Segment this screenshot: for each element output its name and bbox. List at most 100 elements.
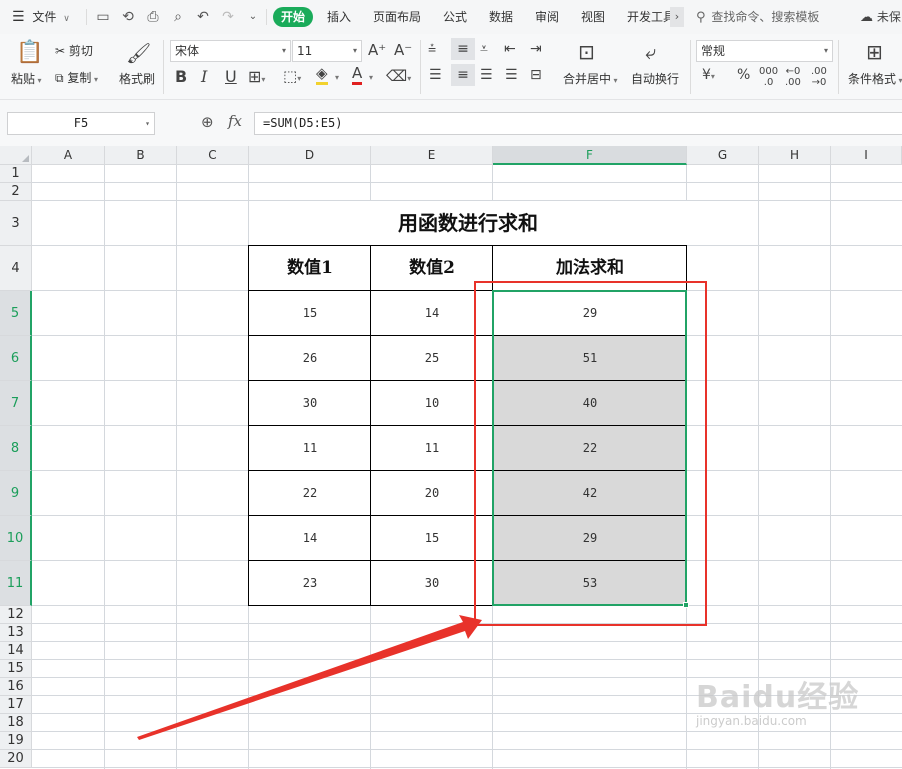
cloud-sync-icon[interactable]: ⟲	[119, 8, 137, 26]
row-header-20[interactable]: 20	[0, 750, 32, 768]
row-header-7[interactable]: 7	[0, 381, 32, 426]
sum-cell[interactable]: 29	[493, 516, 687, 561]
command-search[interactable]: ⚲ 查找命令、搜索模板	[696, 6, 819, 28]
redo-icon[interactable]: ↷	[219, 8, 237, 26]
decrease-font-icon[interactable]: A⁻	[394, 41, 412, 59]
bold-icon[interactable]: B	[175, 67, 187, 86]
tab-home[interactable]: 开始	[273, 7, 313, 27]
wrap-text-icon[interactable]: ⤶	[645, 40, 656, 64]
sum-cell[interactable]: 53	[493, 561, 687, 606]
decrease-decimal-icon[interactable]: .00 →0	[811, 66, 827, 88]
row-header-19[interactable]: 19	[0, 732, 32, 750]
sheet-title[interactable]: 用函数进行求和	[249, 201, 687, 246]
value2-cell[interactable]: 14	[371, 291, 493, 336]
copy-button[interactable]: ⧉ 复制 ▾	[55, 69, 98, 86]
column-header-e[interactable]: E	[371, 146, 493, 165]
customize-toolbar-icon[interactable]: ⌄	[244, 8, 262, 26]
insert-function-icon[interactable]: fx	[228, 112, 242, 130]
align-top-icon[interactable]: ⩮	[428, 41, 436, 57]
value1-cell[interactable]: 23	[249, 561, 371, 606]
paste-button[interactable]: 粘贴 ▾	[11, 70, 42, 87]
value2-cell[interactable]: 11	[371, 426, 493, 471]
select-all-corner[interactable]	[0, 146, 32, 165]
align-middle-icon[interactable]: ≡	[451, 38, 475, 60]
align-bottom-icon[interactable]: ⩡	[480, 41, 488, 57]
sum-header[interactable]: 加法求和	[493, 246, 687, 291]
column-header-d[interactable]: D	[249, 146, 371, 165]
value1-cell[interactable]: 15	[249, 291, 371, 336]
tab-data[interactable]: 数据	[489, 6, 513, 28]
fill-handle[interactable]	[683, 602, 689, 608]
cut-button[interactable]: ✂ 剪切	[55, 42, 93, 59]
name-box[interactable]: F5 ▾	[7, 112, 155, 135]
file-menu[interactable]: ☰ 文件 ∨	[12, 6, 70, 28]
row-header-18[interactable]: 18	[0, 714, 32, 732]
fill-pattern-icon[interactable]: ⬚▾	[283, 67, 301, 85]
value2-cell[interactable]: 25	[371, 336, 493, 381]
sum-cell[interactable]: 22	[493, 426, 687, 471]
print-preview-icon[interactable]: ⌕	[169, 8, 187, 26]
justify-icon[interactable]: ☰	[505, 67, 518, 83]
print-icon[interactable]: ⎙	[144, 8, 162, 26]
row-header-6[interactable]: 6	[0, 336, 32, 381]
number-format-select[interactable]: 常规 ▾	[696, 40, 833, 62]
zoom-icon[interactable]: ⊕	[201, 113, 214, 131]
wrap-text-button[interactable]: 自动换行	[631, 70, 679, 87]
distribute-icon[interactable]: ⊟	[530, 67, 542, 83]
row-header-16[interactable]: 16	[0, 678, 32, 696]
tab-page-layout[interactable]: 页面布局	[373, 6, 421, 28]
row-header-17[interactable]: 17	[0, 696, 32, 714]
row-header-12[interactable]: 12	[0, 606, 32, 624]
font-color-icon[interactable]: A	[352, 65, 363, 85]
paste-icon[interactable]: 📋	[16, 40, 43, 66]
undo-icon[interactable]: ↶	[194, 8, 212, 26]
row-header-3[interactable]: 3	[0, 201, 32, 246]
row-header-10[interactable]: 10	[0, 516, 32, 561]
row-header-14[interactable]: 14	[0, 642, 32, 660]
value1-cell[interactable]: 30	[249, 381, 371, 426]
chevron-right-icon[interactable]: ›	[670, 7, 684, 27]
format-painter-icon[interactable]: 🖌	[126, 40, 151, 66]
tab-view[interactable]: 视图	[581, 6, 605, 28]
sum-cell[interactable]: 40	[493, 381, 687, 426]
underline-icon[interactable]: U	[225, 67, 237, 86]
value2-cell[interactable]: 30	[371, 561, 493, 606]
tab-formulas[interactable]: 公式	[443, 6, 467, 28]
fill-color-icon[interactable]: ◈	[316, 65, 328, 85]
thousands-separator-icon[interactable]: 000.0	[759, 66, 778, 88]
tab-insert[interactable]: 插入	[327, 6, 351, 28]
decrease-indent-icon[interactable]: ⇤	[504, 41, 516, 57]
align-right-icon[interactable]: ☰	[480, 67, 493, 83]
tab-developer[interactable]: 开发工具	[627, 6, 671, 28]
increase-decimal-icon[interactable]: ←0.00	[785, 66, 801, 88]
percent-icon[interactable]: %	[737, 67, 750, 83]
value1-cell[interactable]: 11	[249, 426, 371, 471]
column-header-i[interactable]: I	[831, 146, 902, 165]
increase-font-icon[interactable]: A⁺	[368, 41, 386, 59]
column-header-a[interactable]: A	[32, 146, 105, 165]
font-size-select[interactable]: 11 ▾	[292, 40, 362, 62]
sum-cell[interactable]: 29	[493, 291, 687, 336]
value2-cell[interactable]: 10	[371, 381, 493, 426]
value2-cell[interactable]: 20	[371, 471, 493, 516]
value2-cell[interactable]: 15	[371, 516, 493, 561]
conditional-format-button[interactable]: 条件格式 ▾	[848, 70, 902, 87]
currency-icon[interactable]: ¥▾	[702, 67, 715, 83]
align-left-icon[interactable]: ☰	[429, 67, 442, 83]
value1-header[interactable]: 数值1	[249, 246, 371, 291]
column-header-h[interactable]: H	[759, 146, 831, 165]
value1-cell[interactable]: 22	[249, 471, 371, 516]
row-header-8[interactable]: 8	[0, 426, 32, 471]
value1-cell[interactable]: 26	[249, 336, 371, 381]
chevron-down-icon[interactable]: ▾	[369, 69, 373, 83]
clear-format-icon[interactable]: ⌫▾	[386, 67, 411, 85]
merge-center-button[interactable]: 合并居中 ▾	[563, 70, 618, 87]
row-header-2[interactable]: 2	[0, 183, 32, 201]
italic-icon[interactable]: I	[201, 67, 207, 86]
sum-cell[interactable]: 51	[493, 336, 687, 381]
merge-center-icon[interactable]: ⊡	[578, 40, 595, 64]
borders-icon[interactable]: ⊞▾	[248, 67, 265, 86]
column-header-g[interactable]: G	[687, 146, 759, 165]
align-center-icon[interactable]: ≡	[451, 64, 475, 86]
font-name-select[interactable]: 宋体 ▾	[170, 40, 291, 62]
